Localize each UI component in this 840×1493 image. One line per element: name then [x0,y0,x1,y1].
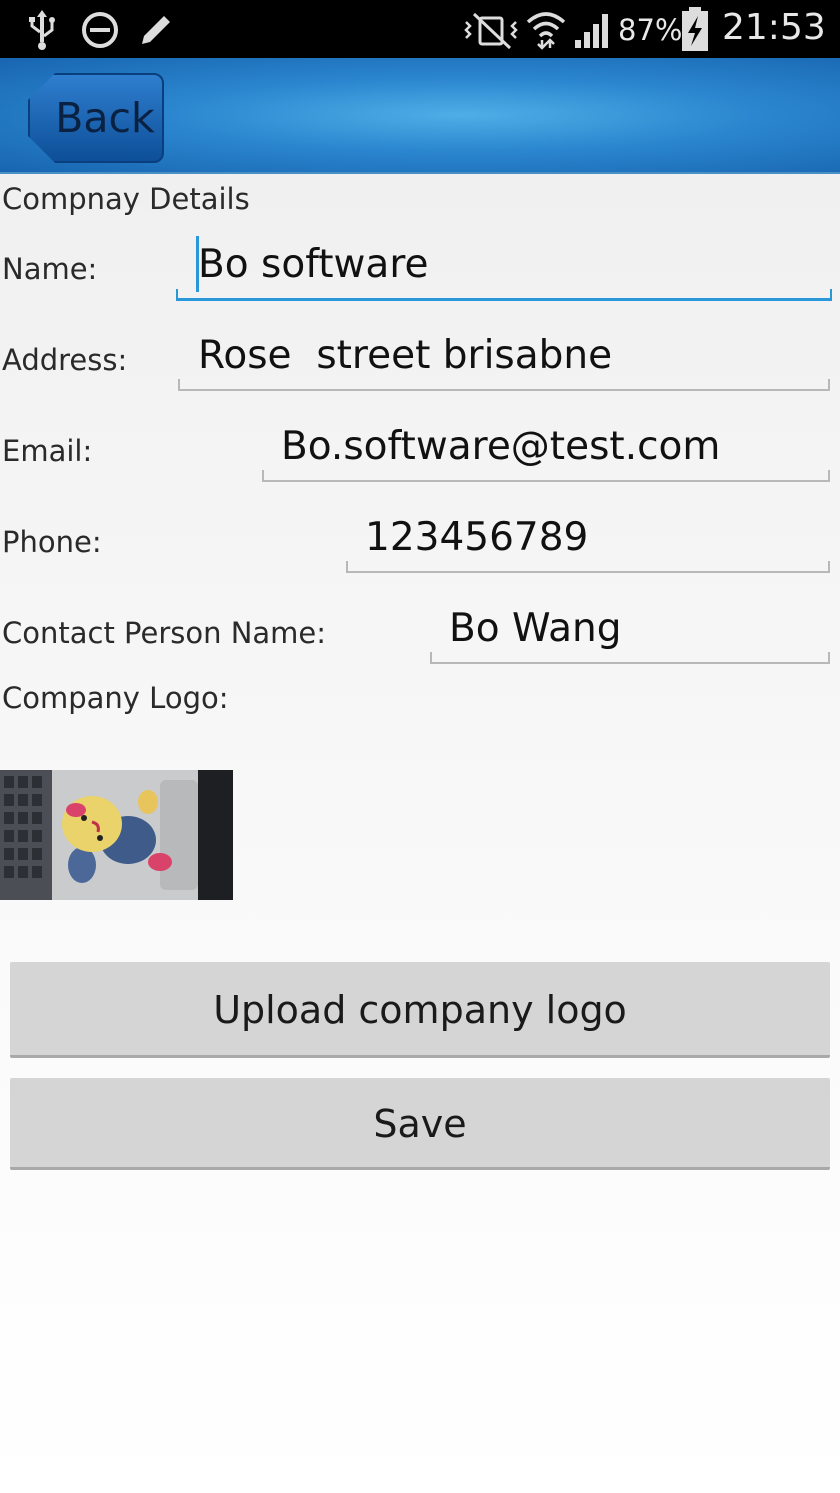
upload-logo-button[interactable]: Upload company logo [10,962,830,1058]
signal-icon [575,14,608,48]
company-logo-label: Company Logo: [2,681,229,715]
save-button[interactable]: Save [10,1078,830,1170]
clock: 21:53 [722,7,826,48]
back-button[interactable]: Back [28,73,164,163]
phone-label: Phone: [2,525,102,559]
contact-person-input-underline [430,652,830,664]
phone-input[interactable]: 123456789 [365,515,588,560]
section-title: Compnay Details [2,182,250,216]
usb-icon [29,10,55,50]
battery-percent: 87% [618,13,683,47]
do-not-disturb-icon [82,12,118,48]
company-logo-image[interactable] [0,770,233,900]
contact-person-label: Contact Person Name: [2,616,327,650]
email-input-underline [262,470,830,482]
address-input[interactable]: Rose street brisabne [198,333,612,378]
email-label: Email: [2,434,93,468]
name-input[interactable]: Bo software [198,242,429,287]
wifi-icon [526,12,566,50]
status-bar: 87% 21:53 [0,0,840,58]
name-label: Name: [2,252,98,286]
address-label: Address: [2,343,128,377]
pencil-icon [142,16,170,44]
action-bar: Back [0,58,840,174]
name-input-underline [176,289,832,301]
vibrate-icon [464,12,518,50]
address-input-underline [178,379,830,391]
battery-charging-icon [682,7,708,51]
email-input[interactable]: Bo.software@test.com [281,424,720,469]
text-cursor [196,236,199,292]
phone-input-underline [346,561,830,573]
contact-person-input[interactable]: Bo Wang [449,606,621,651]
plush-toy-photo [0,770,233,900]
